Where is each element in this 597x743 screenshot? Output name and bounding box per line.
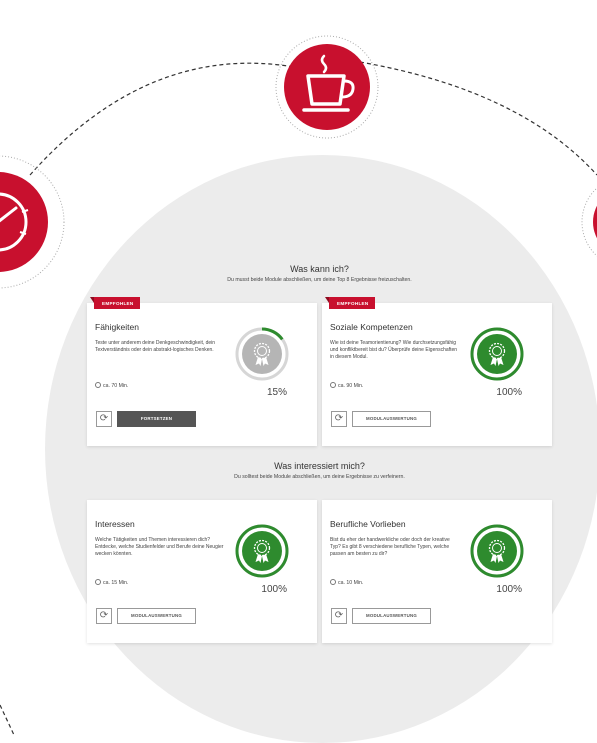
reset-icon: ⟳ (334, 413, 344, 424)
award-progress-ring (235, 327, 289, 381)
recommended-badge: EMPFOHLEN (90, 297, 140, 309)
evaluation-button[interactable]: MODULAUSWERTUNG (352, 608, 431, 624)
page-canvas: Was kann ich? Du musst beide Module absc… (0, 0, 597, 743)
module-card-berufliche-vorlieben: Berufliche Vorlieben Bist du eher der ha… (322, 500, 552, 643)
content-backdrop (45, 155, 597, 743)
duration-text: ca. 90 Min. (338, 383, 364, 389)
award-progress-ring (235, 524, 289, 578)
section-title: Was interessiert mich? (274, 461, 365, 471)
clock-icon (95, 382, 101, 388)
duration-text: ca. 10 Min. (338, 580, 364, 586)
card-title: Berufliche Vorlieben (330, 519, 406, 529)
duration-text: ca. 15 Min. (103, 580, 129, 586)
evaluation-button[interactable]: MODULAUSWERTUNG (352, 411, 431, 427)
award-medal-icon (242, 334, 282, 374)
stopwatch-icon (0, 155, 65, 289)
duration-text: ca. 70 Min. (103, 383, 129, 389)
award-progress-ring (470, 327, 524, 381)
partial-badge-icon (581, 187, 597, 257)
section-subtitle: Du solltest beide Module abschließen, um… (234, 474, 405, 480)
reset-icon: ⟳ (99, 413, 109, 424)
section-title: Was kann ich? (290, 264, 349, 274)
clock-icon (330, 382, 336, 388)
progress-percent: 100% (496, 584, 522, 595)
award-medal-icon (242, 531, 282, 571)
dashed-orbit-path (359, 61, 597, 176)
evaluation-button[interactable]: MODULAUSWERTUNG (117, 608, 196, 624)
award-progress-ring (470, 524, 524, 578)
progress-percent: 100% (496, 387, 522, 398)
clock-icon (330, 579, 336, 585)
dashed-orbit-path (0, 704, 15, 736)
section-subtitle: Du musst beide Module abschließen, um de… (227, 277, 412, 283)
reset-button[interactable]: ⟳ (331, 608, 347, 624)
progress-percent: 15% (266, 387, 287, 398)
recommended-badge: EMPFOHLEN (325, 297, 375, 309)
module-card-soziale-kompetenzen: EMPFOHLEN Soziale Kompetenzen Wie ist de… (322, 297, 552, 446)
card-title: Interessen (95, 519, 135, 529)
continue-button[interactable]: FORTSETZEN (117, 411, 196, 427)
module-card-interessen: Interessen Welche Tätigkeiten und Themen… (87, 500, 317, 643)
card-description: Bist du eher der handwerkliche oder doch… (330, 537, 450, 557)
module-card-faehigkeiten: EMPFOHLEN Fähigkeiten Teste unter andere… (87, 297, 317, 446)
card-title: Fähigkeiten (95, 322, 139, 332)
card-description: Teste unter anderem deine Denkgeschwindi… (95, 340, 216, 353)
card-description: Wie ist deine Teamorientierung? Wie durc… (330, 340, 458, 360)
card-duration: ca. 90 Min. (330, 382, 363, 389)
reset-button[interactable]: ⟳ (96, 411, 112, 427)
coffee-cup-icon (275, 35, 379, 139)
award-medal-icon (477, 531, 517, 571)
progress-percent: 100% (261, 584, 287, 595)
card-duration: ca. 70 Min. (95, 382, 128, 389)
card-title: Soziale Kompetenzen (330, 322, 413, 332)
card-duration: ca. 10 Min. (330, 579, 363, 586)
card-description: Welche Tätigkeiten und Themen interessie… (95, 537, 224, 557)
reset-icon: ⟳ (334, 610, 344, 621)
reset-button[interactable]: ⟳ (331, 411, 347, 427)
dashed-orbit-path (29, 62, 301, 176)
card-duration: ca. 15 Min. (95, 579, 128, 586)
section-skills-header: Was kann ich? Du musst beide Module absc… (87, 264, 552, 283)
reset-button[interactable]: ⟳ (96, 608, 112, 624)
award-medal-icon (477, 334, 517, 374)
clock-icon (95, 579, 101, 585)
reset-icon: ⟳ (99, 610, 109, 621)
section-interests-header: Was interessiert mich? Du solltest beide… (87, 461, 552, 480)
